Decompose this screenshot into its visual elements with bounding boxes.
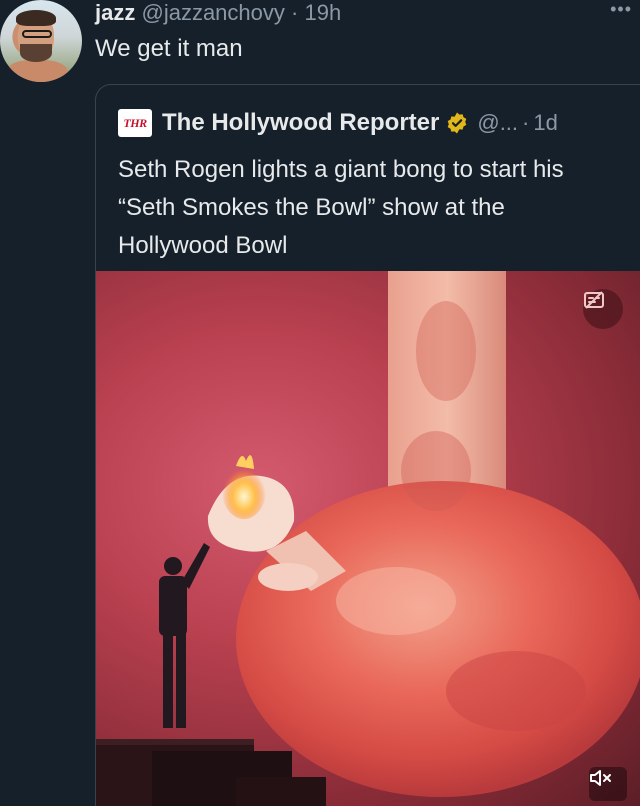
quoted-author-name[interactable]: The Hollywood Reporter [162, 109, 439, 137]
avatar-beard [20, 44, 52, 62]
video-frame [96, 271, 640, 806]
bong-bulb [236, 481, 640, 797]
author-name[interactable]: jazz [95, 0, 135, 25]
media-settings-icon[interactable] [583, 289, 623, 329]
author-avatar[interactable] [0, 0, 82, 82]
meta-separator: · [291, 0, 299, 25]
quoted-tweet-time[interactable]: 1d [533, 110, 557, 136]
avatar-hair [16, 10, 56, 26]
more-horizontal-icon[interactable]: ••• [610, 0, 632, 18]
performer [159, 543, 210, 728]
tweet-text: We get it man [95, 35, 243, 62]
quoted-author-handle[interactable]: @... [477, 110, 518, 136]
quoted-tweet-header: THR The Hollywood Reporter @... · 1d [118, 107, 558, 139]
quoted-tweet-video[interactable] [96, 271, 640, 806]
quoted-tweet-text: Seth Rogen lights a giant bong to start … [118, 156, 564, 259]
badge-glyph [584, 291, 604, 309]
thr-logo: THR [118, 109, 152, 137]
avatar-body [6, 60, 68, 82]
quoted-meta-separator: · [522, 110, 530, 135]
tweet-time[interactable]: 19h [304, 0, 341, 25]
verified-badge-icon [448, 112, 467, 134]
mute-glyph [590, 770, 611, 786]
author-handle[interactable]: @jazzanchovy [141, 0, 284, 25]
avatar-glasses [22, 30, 52, 38]
volume-muted-icon[interactable] [589, 767, 627, 801]
thr-logo-text: THR [123, 115, 147, 130]
bong-flame [222, 463, 266, 519]
tweet-header: jazz @jazzanchovy · 19h [95, 0, 341, 28]
quoted-tweet[interactable]: THR The Hollywood Reporter @... · 1d Set… [95, 84, 640, 806]
